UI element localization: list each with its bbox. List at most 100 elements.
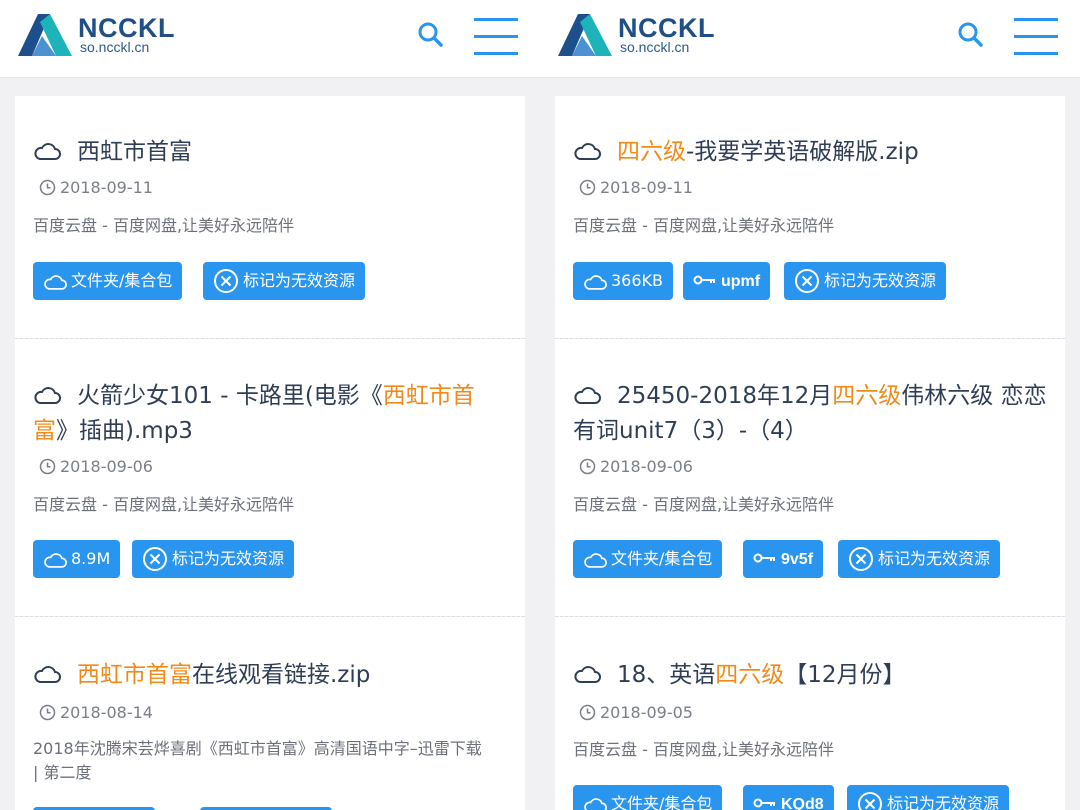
result-source: 百度云盘 - 百度网盘,让美好永远陪伴	[573, 495, 835, 514]
cloud-icon	[574, 666, 601, 683]
site-header: NCCKL so.ncckl.cn	[0, 0, 540, 78]
result-title-highlight: 四六级	[617, 139, 686, 165]
extract-code-label: KQd8	[781, 796, 824, 810]
result-title-highlight: 四六级	[832, 383, 902, 409]
result-title-line2[interactable]: 有词unit7（3）-（4）	[573, 414, 1047, 449]
report-invalid-label: 标记为无效资源	[887, 794, 1000, 810]
result-source: 百度云盘 - 百度网盘,让美好永远陪伴	[573, 216, 835, 235]
folder-tag-label: 文件夹/集合包	[611, 794, 713, 810]
size-badge[interactable]: 366KB	[573, 262, 674, 300]
result-title[interactable]: 西虹市首富在线观看链接.zip	[33, 658, 507, 693]
date-text: 2018-09-11	[600, 178, 693, 197]
result-title-line2[interactable]: 富》插曲).mp3	[33, 414, 507, 449]
report-invalid-button[interactable]: 标记为无效资源	[838, 540, 1001, 578]
cloud-icon	[44, 275, 67, 290]
report-invalid-button[interactable]: 标记为无效资源	[847, 785, 1010, 810]
extract-code-button[interactable]: 9v5f	[743, 540, 824, 578]
clock-icon	[579, 458, 596, 475]
cloud-icon	[574, 387, 601, 404]
menu-icon[interactable]	[1014, 16, 1058, 58]
close-circle-icon	[795, 269, 819, 293]
search-icon[interactable]	[956, 20, 984, 48]
result-date: 2018-09-06	[579, 457, 693, 477]
clock-icon	[39, 458, 56, 475]
result-title[interactable]: 四六级-我要学英语破解版.zip	[573, 135, 1047, 170]
result-title-text: 在线观看链接.zip	[192, 662, 371, 688]
cloud-icon	[584, 275, 607, 290]
cloud-icon	[34, 387, 61, 404]
result-title[interactable]: 西虹市首富	[33, 135, 507, 170]
cloud-icon	[584, 798, 607, 810]
report-invalid-label: 标记为无效资源	[243, 271, 356, 290]
extract-code-label: upmf	[721, 273, 761, 290]
site-header: NCCKL so.ncckl.cn	[540, 0, 1080, 78]
result-source: 百度云盘 - 百度网盘,让美好永远陪伴	[573, 740, 835, 759]
clock-icon	[39, 179, 56, 196]
report-invalid-button[interactable]: 标记为无效资源	[784, 262, 947, 300]
result-source: 百度云盘 - 百度网盘,让美好永远陪伴	[33, 216, 295, 235]
close-circle-icon	[858, 792, 882, 810]
result-title-highlight: 四六级	[715, 662, 785, 688]
date-text: 2018-08-14	[60, 703, 153, 722]
search-icon[interactable]	[416, 20, 444, 48]
size-label: 8.9M	[71, 549, 111, 568]
cloud-icon	[34, 143, 61, 160]
result-card[interactable]: 西虹市首富 2018-09-11 百度云盘 - 百度网盘,让美好永远陪伴 文件夹…	[15, 96, 525, 338]
folder-tag-button[interactable]: 文件夹/集合包	[573, 540, 723, 578]
cloud-icon	[34, 666, 61, 683]
result-title-text: -我要学英语破解版.zip	[686, 139, 919, 165]
result-date: 2018-09-11	[39, 178, 153, 198]
report-invalid-label: 标记为无效资源	[172, 549, 285, 568]
result-title[interactable]: 25450-2018年12月四六级伟林六级 恋恋	[573, 379, 1047, 414]
cloud-icon	[574, 143, 601, 160]
key-icon	[753, 798, 775, 808]
result-title[interactable]: 火箭少女101 - 卡路里(电影《西虹市首	[33, 379, 507, 414]
result-card[interactable]: 火箭少女101 - 卡路里(电影《西虹市首 富》插曲).mp3 2018-09-…	[15, 339, 525, 616]
clock-icon	[579, 704, 596, 721]
brand-domain: so.ncckl.cn	[620, 39, 690, 55]
date-text: 2018-09-11	[60, 178, 153, 197]
result-title-text: 18、英语	[617, 662, 716, 688]
close-circle-icon	[214, 269, 238, 293]
result-source: 2018年沈腾宋芸烨喜剧《西虹市首富》高清国语中字–迅雷下载 | 第二度	[33, 737, 507, 785]
logo-icon[interactable]	[16, 12, 76, 58]
result-card[interactable]: 25450-2018年12月四六级伟林六级 恋恋 有词unit7（3）-（4） …	[555, 339, 1065, 616]
result-title-text: 西虹市首富	[77, 139, 192, 165]
brand-name[interactable]: NCCKL	[618, 14, 715, 42]
result-date: 2018-09-06	[39, 457, 153, 477]
result-title-highlight: 富	[33, 418, 56, 444]
result-date: 2018-09-11	[579, 178, 693, 198]
brand-domain: so.ncckl.cn	[80, 39, 150, 55]
logo-icon[interactable]	[556, 12, 616, 58]
date-text: 2018-09-05	[600, 703, 693, 722]
result-card[interactable]: 18、英语四六级【12月份】 2018-09-05 百度云盘 - 百度网盘,让美…	[555, 617, 1065, 810]
cloud-icon	[584, 553, 607, 568]
menu-icon[interactable]	[474, 16, 518, 58]
right-pane: NCCKL so.ncckl.cn 四六级-我要学英语破解版.zip 2018-…	[540, 0, 1080, 810]
folder-tag-button[interactable]: 文件夹/集合包	[33, 262, 183, 300]
report-invalid-button[interactable]: 标记为无效资源	[203, 262, 366, 300]
close-circle-icon	[849, 547, 873, 571]
extract-code-button[interactable]: KQd8	[743, 785, 834, 810]
clock-icon	[579, 179, 596, 196]
brand-name[interactable]: NCCKL	[78, 14, 175, 42]
size-badge[interactable]: 8.9M	[33, 540, 121, 578]
key-icon	[753, 553, 775, 563]
result-card[interactable]: 西虹市首富在线观看链接.zip 2018-08-14 2018年沈腾宋芸烨喜剧《…	[15, 617, 525, 810]
date-text: 2018-09-06	[600, 457, 693, 476]
result-title-text: 火箭少女101 - 卡路里(电影《	[77, 383, 383, 409]
extract-code-button[interactable]: upmf	[683, 262, 771, 300]
folder-tag-button[interactable]: 文件夹/集合包	[573, 785, 723, 810]
report-invalid-button[interactable]: 标记为无效资源	[132, 540, 295, 578]
cloud-icon	[44, 553, 67, 568]
key-icon	[693, 275, 715, 285]
size-label: 366KB	[611, 271, 664, 290]
result-title-highlight: 西虹市首	[382, 383, 475, 409]
result-title[interactable]: 18、英语四六级【12月份】	[573, 658, 1047, 693]
clock-icon	[39, 704, 56, 721]
result-card[interactable]: 四六级-我要学英语破解版.zip 2018-09-11 百度云盘 - 百度网盘,…	[555, 96, 1065, 338]
source-line: 2018年沈腾宋芸烨喜剧《西虹市首富》高清国语中字–迅雷下载	[33, 739, 482, 758]
date-text: 2018-09-06	[60, 457, 153, 476]
left-pane: NCCKL so.ncckl.cn 西虹市首富 2018-09-11 百度云盘 …	[0, 0, 540, 810]
result-date: 2018-08-14	[39, 703, 153, 723]
